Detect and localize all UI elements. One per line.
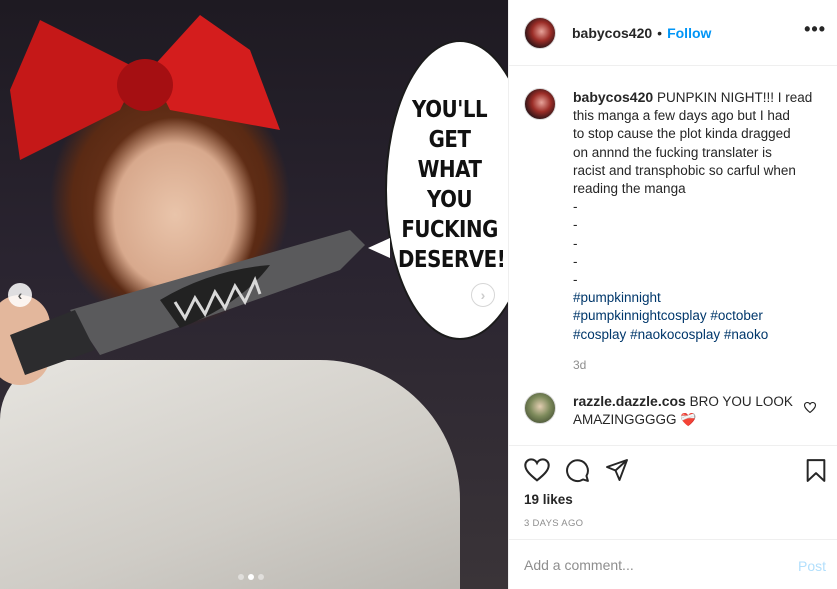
caption: babycos420 PUNPKIN NIGHT!!! I read this … xyxy=(524,88,813,374)
carousel-dot xyxy=(238,574,244,580)
likes-count[interactable]: 19 likes xyxy=(524,492,573,507)
comments-section[interactable]: babycos420 PUNPKIN NIGHT!!! I read this … xyxy=(509,66,837,446)
hashtag-link[interactable]: #pumpkinnightcosplay xyxy=(573,308,707,323)
hashtag-link[interactable]: #naoko xyxy=(724,327,768,342)
bubble-line: DESERVE! xyxy=(398,247,506,273)
caption-line: reading the manga xyxy=(573,181,686,197)
caption-line: to stop cause the plot kinda dragged xyxy=(573,126,791,142)
chevron-right-icon: › xyxy=(480,287,486,303)
caption-time[interactable]: 3d xyxy=(573,356,813,374)
comment-icon[interactable] xyxy=(565,458,590,483)
action-bar: 19 likes 3 DAYS AGO xyxy=(509,446,837,540)
hashtag-link[interactable]: #pumpkinnight xyxy=(573,290,661,305)
photo-shirt xyxy=(0,360,460,589)
heart-outline-icon[interactable] xyxy=(804,402,816,413)
bubble-line: GET xyxy=(428,127,471,153)
carousel-prev-button[interactable]: ‹ xyxy=(8,283,32,307)
bookmark-icon[interactable] xyxy=(805,458,827,483)
heart-icon[interactable] xyxy=(524,458,550,482)
add-comment-input[interactable] xyxy=(524,554,784,576)
chevron-left-icon: ‹ xyxy=(17,287,23,303)
carousel-dot xyxy=(258,574,264,580)
photo-knife xyxy=(10,230,365,375)
post-comment-button[interactable]: Post xyxy=(798,558,826,574)
caption-username[interactable]: babycos420 xyxy=(573,89,653,105)
caption-dash: - xyxy=(573,253,578,269)
speech-bubble-text: YOU'LL GET WHAT YOU FUCKING DESERVE! xyxy=(398,95,506,275)
comment-username[interactable]: razzle.dazzle.cos xyxy=(573,393,686,409)
caption-dash: - xyxy=(573,199,578,215)
post-header: babycos420 • Follow ••• xyxy=(509,0,837,66)
mending-heart-emoji: ❤️‍🩹 xyxy=(680,412,697,427)
post-photo[interactable]: YOU'LL GET WHAT YOU FUCKING DESERVE! ‹ › xyxy=(0,0,508,589)
caption-line: racist and transphobic so carful when xyxy=(573,162,796,178)
caption-dash: - xyxy=(573,217,578,233)
paper-plane-icon[interactable] xyxy=(605,458,629,482)
comment-avatar[interactable] xyxy=(524,392,556,424)
photo-red-bow xyxy=(10,15,280,160)
instagram-post: YOU'LL GET WHAT YOU FUCKING DESERVE! ‹ ›… xyxy=(0,0,837,589)
follow-button[interactable]: Follow xyxy=(667,25,711,41)
hashtag-link[interactable]: #cosplay xyxy=(573,327,626,342)
hashtag-line: #cosplay #naokocosplay #naoko xyxy=(573,326,813,344)
bubble-line: FUCKING xyxy=(401,217,498,243)
carousel-next-button[interactable]: › xyxy=(471,283,495,307)
avatar[interactable] xyxy=(524,16,556,49)
carousel-dot-active xyxy=(248,574,254,580)
header-username[interactable]: babycos420 xyxy=(572,25,652,41)
hashtag-line: #pumpkinnight xyxy=(573,289,813,307)
carousel-dots xyxy=(238,574,264,580)
bubble-line: YOU'LL xyxy=(412,97,488,123)
caption-avatar[interactable] xyxy=(524,88,556,120)
bubble-line: WHAT xyxy=(417,157,482,183)
post-side-panel: babycos420 • Follow ••• babycos420 PUNPK… xyxy=(508,0,837,589)
caption-text: PUNPKIN NIGHT!!! I read xyxy=(656,90,813,105)
caption-line: this manga a few days ago but I had xyxy=(573,108,790,124)
hashtag-line: #pumpkinnightcosplay #october xyxy=(573,307,813,325)
more-options-icon[interactable]: ••• xyxy=(804,19,826,40)
caption-line: on annnd the fucking translater is xyxy=(573,144,772,160)
bubble-line: YOU xyxy=(426,187,473,213)
comment-item: razzle.dazzle.cos BRO YOU LOOK AMAZINGGG… xyxy=(524,392,795,429)
hashtag-link[interactable]: #naokocosplay xyxy=(630,327,720,342)
hashtag-link[interactable]: #october xyxy=(710,308,763,323)
caption-dash: - xyxy=(573,235,578,251)
post-date: 3 DAYS AGO xyxy=(524,518,584,529)
caption-dash: - xyxy=(573,272,578,288)
caption-body: babycos420 PUNPKIN NIGHT!!! I read this … xyxy=(573,88,813,374)
add-comment-bar: Post xyxy=(509,540,837,589)
comment-body: razzle.dazzle.cos BRO YOU LOOK AMAZINGGG… xyxy=(573,392,795,429)
separator-dot: • xyxy=(657,24,663,41)
caption-line: babycos420 PUNPKIN NIGHT!!! I read xyxy=(573,88,813,107)
speech-bubble-tail xyxy=(368,238,390,258)
